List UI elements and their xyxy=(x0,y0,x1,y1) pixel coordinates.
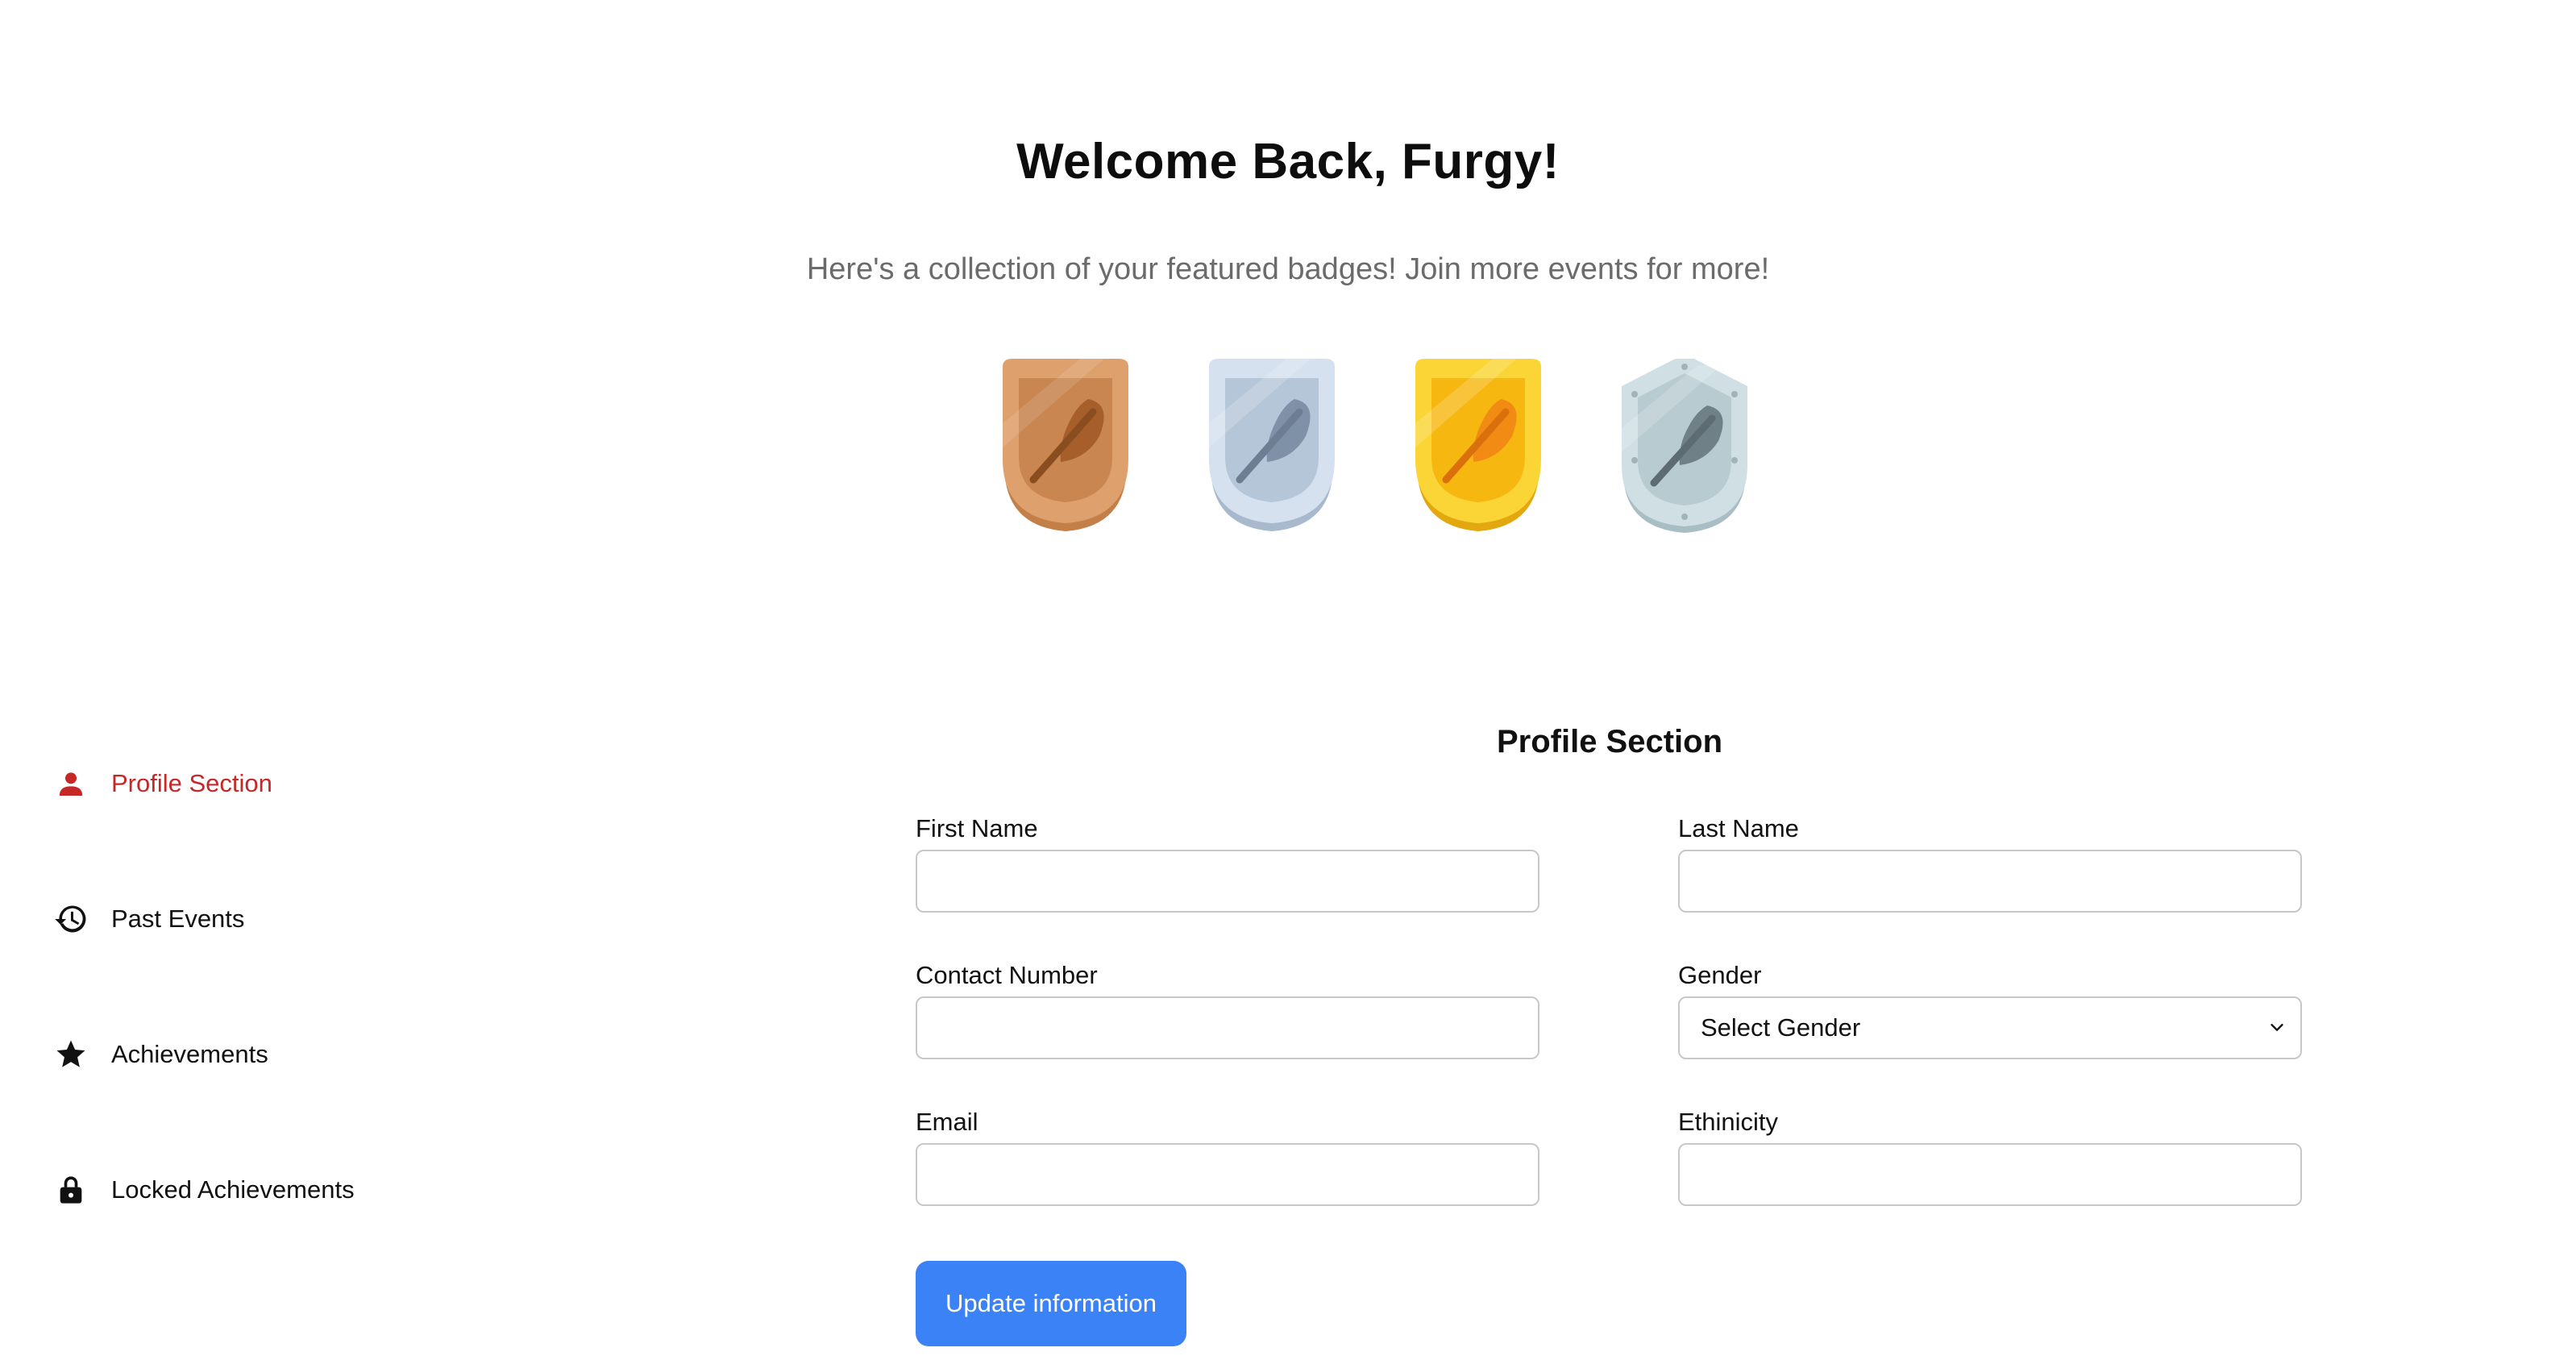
sidebar-item-locked-achievements[interactable]: Locked Achievements xyxy=(48,1164,451,1216)
ethnicity-field: Ethinicity xyxy=(1678,1106,2302,1206)
page-title: Welcome Back, Furgy! xyxy=(1016,134,1560,189)
profile-section-title: Profile Section xyxy=(1496,724,1723,759)
first-name-label: First Name xyxy=(916,814,1038,842)
history-icon xyxy=(48,896,93,942)
contact-number-input[interactable] xyxy=(916,996,1539,1059)
star-icon xyxy=(48,1032,93,1077)
gender-field: Gender Select Gender xyxy=(1678,959,2302,1059)
first-name-field: First Name xyxy=(916,813,1539,913)
update-information-button[interactable]: Update information xyxy=(916,1261,1186,1346)
lock-icon xyxy=(48,1167,93,1212)
ethnicity-input[interactable] xyxy=(1678,1143,2302,1206)
chevron-down-icon xyxy=(2268,1013,2286,1042)
sidebar-item-achievements[interactable]: Achievements xyxy=(48,1029,451,1080)
page-subtitle: Here's a collection of your featured bad… xyxy=(806,252,1770,286)
platinum-feather-badge xyxy=(1622,359,1747,533)
gender-label: Gender xyxy=(1678,961,1762,989)
sidebar-item-past-events[interactable]: Past Events xyxy=(48,893,451,945)
first-name-input[interactable] xyxy=(916,850,1539,913)
sidebar-item-label: Achievements xyxy=(111,1040,268,1068)
silver-feather-badge xyxy=(1209,359,1335,531)
person-icon xyxy=(48,761,93,806)
gender-select-value: Select Gender xyxy=(1701,1013,1861,1042)
sidebar-item-label: Past Events xyxy=(111,905,245,933)
gender-select[interactable]: Select Gender xyxy=(1678,996,2302,1059)
bronze-feather-badge xyxy=(1003,359,1128,531)
email-label: Email xyxy=(916,1108,978,1136)
contact-number-label: Contact Number xyxy=(916,961,1098,989)
gold-feather-badge xyxy=(1415,359,1541,531)
last-name-input[interactable] xyxy=(1678,850,2302,913)
sidebar-item-label: Locked Achievements xyxy=(111,1175,355,1204)
email-field: Email xyxy=(916,1106,1539,1206)
featured-badges xyxy=(991,359,1765,544)
contact-number-field: Contact Number xyxy=(916,959,1539,1059)
sidebar-item-label: Profile Section xyxy=(111,769,272,797)
last-name-field: Last Name xyxy=(1678,813,2302,913)
email-input[interactable] xyxy=(916,1143,1539,1206)
last-name-label: Last Name xyxy=(1678,814,1799,842)
sidebar-item-profile-section[interactable]: Profile Section xyxy=(48,758,451,809)
ethnicity-label: Ethinicity xyxy=(1678,1108,1779,1136)
